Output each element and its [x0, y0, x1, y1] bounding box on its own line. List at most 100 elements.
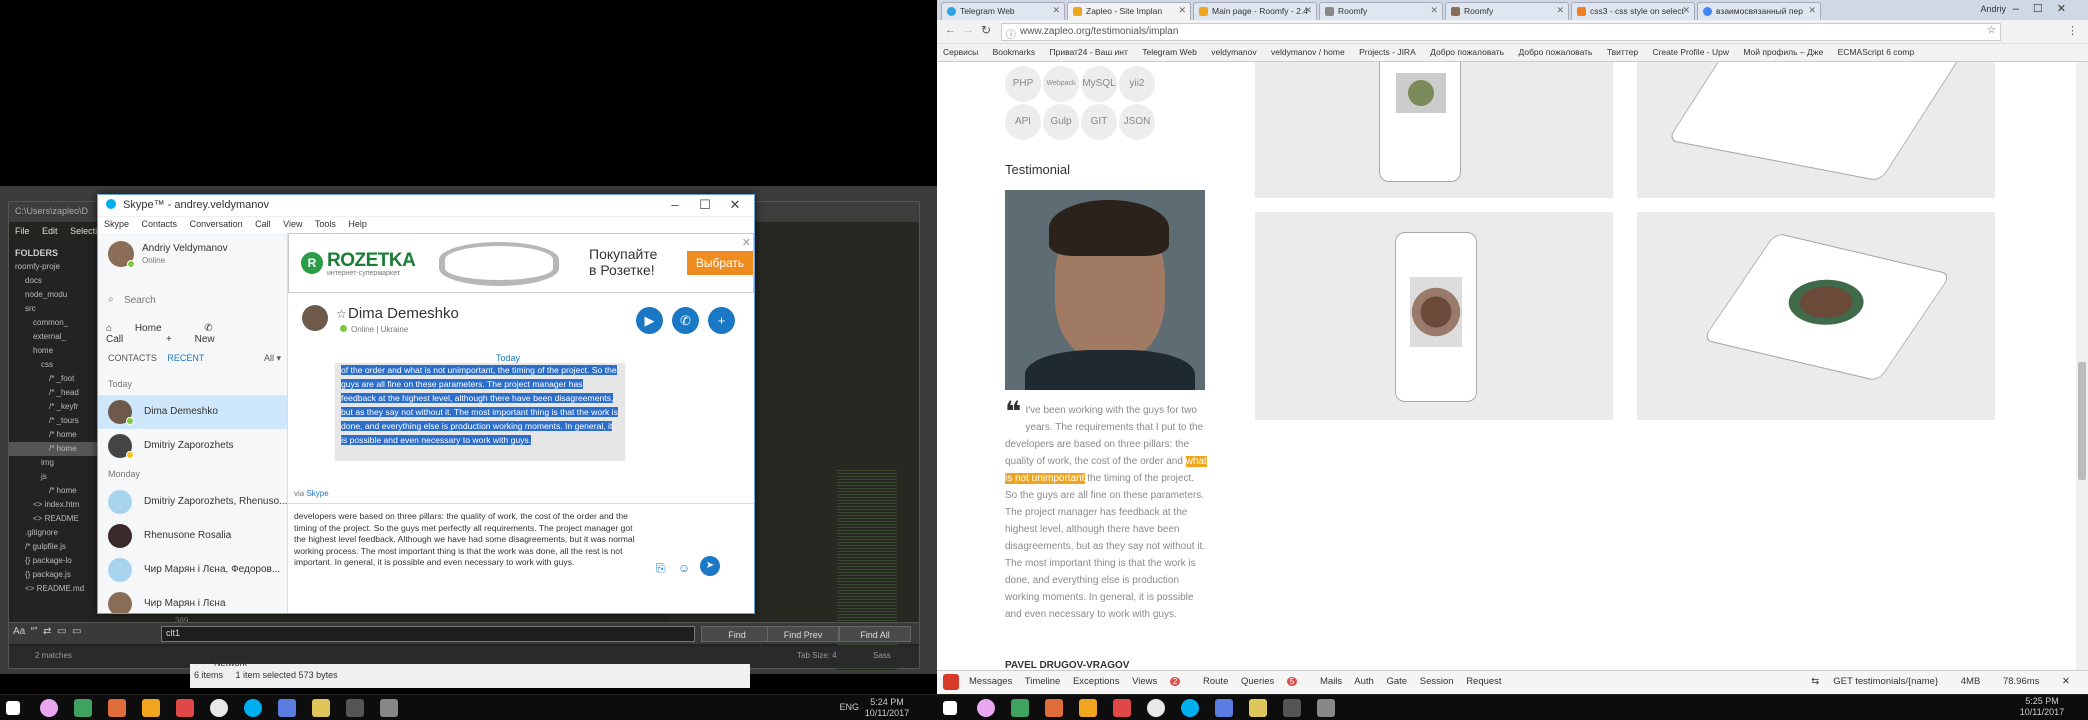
menu-view[interactable]: View: [283, 219, 302, 229]
browser-tab[interactable]: Main page - Roomfy - 2.4 ✕: [1193, 2, 1317, 20]
tree-item[interactable]: /* home: [9, 428, 101, 442]
menu-skype[interactable]: Skype: [104, 219, 129, 229]
skype-icon[interactable]: [1181, 699, 1199, 717]
bookmark[interactable]: Добро пожаловать: [1430, 47, 1504, 57]
app-icon[interactable]: [74, 699, 92, 717]
page-scrollbar[interactable]: [2076, 62, 2088, 670]
portfolio-tile[interactable]: [1637, 212, 1995, 420]
app-icon[interactable]: [176, 699, 194, 717]
back-icon[interactable]: ←: [945, 24, 956, 36]
windows-start-icon[interactable]: [943, 701, 957, 715]
bookmark[interactable]: Твиттер: [1607, 47, 1638, 57]
tree-item[interactable]: common_: [9, 316, 101, 330]
ad-button[interactable]: Выбрать: [687, 251, 753, 275]
forward-icon[interactable]: →: [963, 24, 974, 36]
menu-contacts[interactable]: Contacts: [142, 219, 178, 229]
maximize-button[interactable]: ☐: [690, 195, 720, 215]
sublime-icon[interactable]: [1079, 699, 1097, 717]
tree-item[interactable]: node_modu: [9, 288, 101, 302]
browser-tab[interactable]: Telegram Web ✕: [941, 2, 1065, 20]
contact-item[interactable]: Dima Demeshko: [98, 395, 287, 429]
tree-item[interactable]: /* home: [9, 484, 101, 498]
find-options[interactable]: Aa “” ⇄ ▭ ▭: [13, 626, 153, 642]
debug-mails[interactable]: Mails: [1320, 676, 1342, 687]
menu-conversation[interactable]: Conversation: [190, 219, 243, 229]
star-icon[interactable]: ☆: [1987, 25, 1996, 36]
app-icon[interactable]: [1045, 699, 1063, 717]
call-icon[interactable]: ✆: [672, 307, 699, 334]
close-icon[interactable]: ✕: [1556, 5, 1564, 16]
tree-item[interactable]: img: [9, 456, 101, 470]
app-icon[interactable]: [1011, 699, 1029, 717]
rozetka-banner[interactable]: R ROZETKA интернет-супермаркет Покупайте…: [288, 233, 754, 293]
add-contact-icon[interactable]: +: [708, 307, 735, 334]
bookmark[interactable]: Create Profile - Upw: [1652, 47, 1729, 57]
url-input[interactable]: ⓘ www.zapleo.org/testimonials/implan ☆: [1001, 23, 2001, 41]
bookmark[interactable]: Добро пожаловать: [1518, 47, 1592, 57]
profile-card[interactable]: Andriy Veldymanov Online: [98, 233, 287, 291]
close-icon[interactable]: ✕: [1808, 5, 1816, 16]
debug-messages[interactable]: Messages: [969, 676, 1012, 687]
browser-tab[interactable]: css3 - css style on select ✕: [1571, 2, 1695, 20]
portfolio-tile[interactable]: [1255, 212, 1613, 420]
debug-views[interactable]: Views 2: [1132, 676, 1190, 687]
contact-item[interactable]: Чир Марян і Лєна, Федоров...: [98, 553, 287, 587]
chrome-icon[interactable]: [210, 699, 228, 717]
info-icon[interactable]: ⓘ: [1006, 26, 1016, 41]
send-icon[interactable]: ➤: [700, 556, 720, 576]
close-icon[interactable]: ✕: [1052, 5, 1060, 16]
browser-tab[interactable]: Zapleo - Site Implan ✕: [1067, 2, 1191, 20]
tab-recent[interactable]: RECENT: [167, 353, 204, 363]
explorer-network[interactable]: Network: [214, 658, 247, 668]
tree-item[interactable]: {} package-lo: [9, 554, 101, 568]
tree-item[interactable]: <> README.md: [9, 582, 101, 596]
debug-route[interactable]: Route: [1203, 676, 1228, 687]
debug-session[interactable]: Session: [1420, 676, 1454, 687]
app-icon[interactable]: [1113, 699, 1131, 717]
close-icon[interactable]: ✕: [2062, 676, 2070, 687]
photos-icon[interactable]: [1283, 699, 1301, 717]
tree-item[interactable]: src: [9, 302, 101, 316]
close-icon[interactable]: ✕: [1304, 5, 1312, 16]
bookmark[interactable]: ECMAScript 6 comp: [1838, 47, 1915, 57]
skype-icon[interactable]: [244, 699, 262, 717]
close-icon[interactable]: ✕: [1682, 5, 1690, 16]
app-icon[interactable]: [1215, 699, 1233, 717]
tree-item[interactable]: roomfy-proje: [9, 260, 101, 274]
find-input[interactable]: clt1: [161, 626, 695, 642]
skype-window[interactable]: Skype™ - andrey.veldymanov – ☐ ✕ Skype C…: [97, 194, 755, 614]
tree-item[interactable]: <> index.htm: [9, 498, 101, 512]
tray-clock[interactable]: 5:24 PM 10/11/2017: [857, 697, 917, 719]
bookmark[interactable]: Сервисы: [943, 47, 978, 57]
calculator-icon[interactable]: [380, 699, 398, 717]
tree-item[interactable]: external_: [9, 330, 101, 344]
video-call-icon[interactable]: ▶: [636, 307, 663, 334]
minimize-button[interactable]: –: [660, 195, 690, 215]
status-syntax[interactable]: Sass: [873, 651, 891, 660]
window-controls[interactable]: –☐✕: [2013, 2, 2080, 15]
scroll-thumb[interactable]: [2078, 362, 2086, 480]
nav-home[interactable]: ⌂ Home: [106, 323, 182, 334]
cortana-icon[interactable]: [977, 699, 995, 717]
windows-start-icon[interactable]: [6, 701, 20, 715]
tree-item[interactable]: /* _keyfr: [9, 400, 101, 414]
reload-icon[interactable]: ↻: [981, 23, 991, 37]
message-bubble[interactable]: of the order and what is not unimportant…: [335, 363, 625, 461]
menu-tools[interactable]: Tools: [315, 219, 336, 229]
find-button[interactable]: Find: [701, 626, 773, 642]
debug-timeline[interactable]: Timeline: [1025, 676, 1061, 687]
contact-item[interactable]: Чир Марян і Лєна: [98, 587, 287, 613]
cortana-icon[interactable]: [40, 699, 58, 717]
tree-item[interactable]: <> README: [9, 512, 101, 526]
find-prev-button[interactable]: Find Prev: [767, 626, 839, 642]
tree-item[interactable]: css: [9, 358, 101, 372]
laravel-debugbar-icon[interactable]: [943, 674, 959, 690]
tree-item[interactable]: home: [9, 344, 101, 358]
bookmark[interactable]: veldymanov: [1211, 47, 1256, 57]
menu-icon[interactable]: ⋮: [2067, 24, 2078, 37]
bookmark[interactable]: Telegram Web: [1142, 47, 1197, 57]
attachment-icon[interactable]: ⎘: [656, 561, 666, 576]
menu-file[interactable]: File: [15, 226, 30, 236]
menu-help[interactable]: Help: [348, 219, 367, 229]
tree-item[interactable]: {} package.js: [9, 568, 101, 582]
